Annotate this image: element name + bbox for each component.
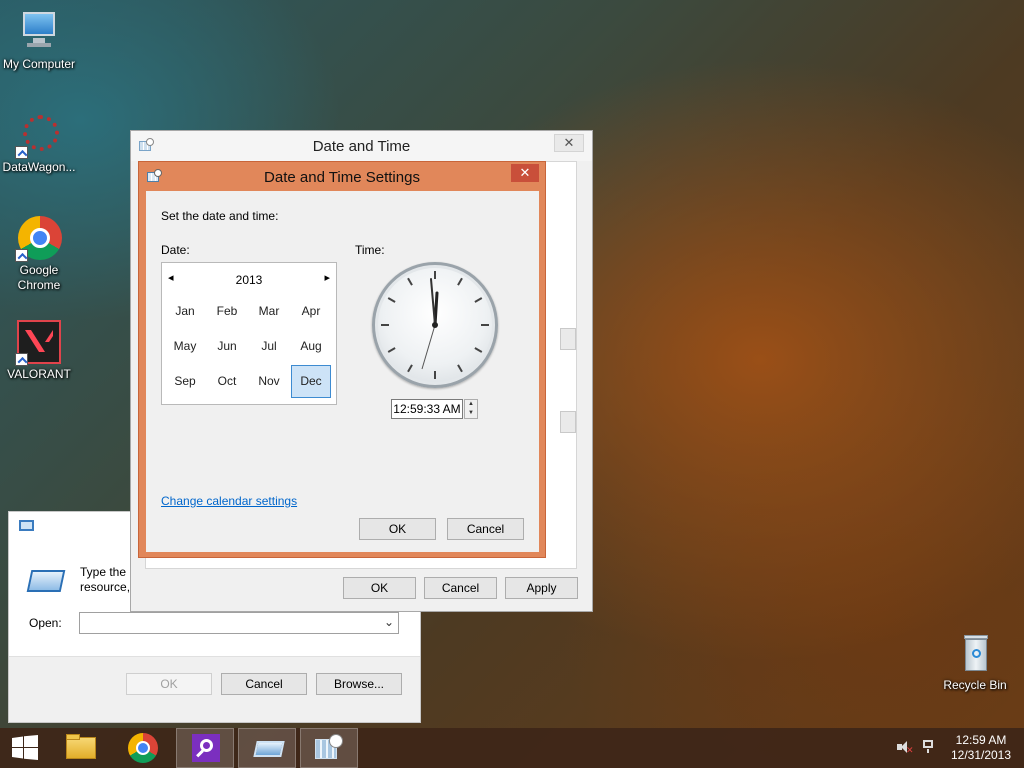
clock-time: 12:59 AM [955, 733, 1007, 747]
shortcut-arrow-icon [15, 146, 28, 159]
valorant-icon [15, 320, 61, 366]
ok-button[interactable]: OK [126, 673, 212, 695]
shortcut-arrow-icon [15, 249, 28, 262]
desktop-icon-datawagon[interactable]: DataWagon... [0, 113, 78, 175]
open-combobox[interactable]: ⌄ [79, 612, 399, 634]
browse-button[interactable]: Browse... [316, 673, 402, 695]
clock-date: 12/31/2013 [950, 748, 1012, 762]
desktop-icon-recycle-bin[interactable]: Recycle Bin [936, 631, 1014, 693]
calendar-year[interactable]: 2013 [162, 273, 336, 287]
run-description-line: Type the r [80, 565, 134, 579]
cancel-button[interactable]: Cancel [424, 577, 497, 599]
open-label: Open: [29, 616, 62, 630]
spin-up-icon[interactable]: ▲ [465, 400, 477, 409]
taskbar: ✕ 12:59 AM 12/31/2013 [0, 728, 1024, 768]
month-mar[interactable]: Mar [249, 295, 289, 328]
month-jan[interactable]: Jan [165, 295, 205, 328]
desktop-icon-label: DataWagon... [2, 160, 76, 174]
chrome-icon[interactable] [114, 728, 172, 768]
file-explorer-icon[interactable] [52, 728, 110, 768]
search-app-icon[interactable] [176, 728, 234, 768]
calendar: ◂ 2013 ▸ Jan Feb Mar Apr May Jun Jul Aug… [161, 262, 337, 405]
month-sep[interactable]: Sep [165, 365, 205, 398]
start-button[interactable] [0, 728, 50, 768]
desktop-icon-label: Google Chrome [17, 263, 61, 292]
hidden-button-edge [560, 328, 576, 350]
ok-button[interactable]: OK [343, 577, 416, 599]
apply-button[interactable]: Apply [505, 577, 578, 599]
recycle-bin-icon [953, 631, 997, 675]
hidden-button-edge [560, 411, 576, 433]
month-may[interactable]: May [165, 330, 205, 363]
desktop-icon-label: Recycle Bin [943, 678, 1007, 692]
next-arrow-icon[interactable]: ▸ [324, 271, 330, 284]
month-nov[interactable]: Nov [249, 365, 289, 398]
windows-logo-icon [12, 735, 38, 760]
run-icon[interactable] [238, 728, 296, 768]
chrome-icon [15, 216, 62, 262]
month-jun[interactable]: Jun [207, 330, 247, 363]
close-icon[interactable]: ✕ [511, 164, 539, 182]
cancel-button[interactable]: Cancel [221, 673, 307, 695]
spin-down-icon[interactable]: ▼ [465, 409, 477, 418]
run-description-line: resource, [80, 580, 131, 594]
month-feb[interactable]: Feb [207, 295, 247, 328]
time-spinner[interactable]: ▲ ▼ [464, 399, 478, 419]
date-time-titlebar: Date and Time ✕ [131, 131, 592, 161]
run-icon [19, 520, 34, 531]
desktop-icon-label: VALORANT [7, 367, 71, 381]
ok-button[interactable]: OK [359, 518, 436, 540]
desktop-icon-google-chrome[interactable]: Google Chrome [0, 216, 78, 293]
chevron-down-icon[interactable]: ⌄ [384, 615, 394, 629]
network-icon[interactable] [921, 740, 937, 754]
date-time-icon[interactable] [300, 728, 358, 768]
desktop-icon-my-computer[interactable]: My Computer [0, 10, 78, 72]
time-label: Time: [355, 243, 385, 257]
run-description: Type the r resource, [80, 565, 133, 595]
datawagon-icon [15, 113, 61, 159]
date-time-settings-title: Date and Time Settings [264, 169, 420, 186]
instruction-text: Set the date and time: [161, 209, 279, 223]
month-dec-selected[interactable]: Dec [291, 365, 331, 398]
analog-clock [372, 262, 498, 388]
cancel-button[interactable]: Cancel [447, 518, 524, 540]
date-time-settings-dialog: Date and Time Settings ✕ Set the date an… [138, 161, 546, 558]
date-label: Date: [161, 243, 190, 257]
desktop-icon-valorant[interactable]: VALORANT [0, 320, 78, 382]
run-button-bar: OK Cancel Browse... [9, 656, 420, 722]
month-jul[interactable]: Jul [249, 330, 289, 363]
month-oct[interactable]: Oct [207, 365, 247, 398]
close-icon[interactable]: ✕ [554, 134, 584, 152]
month-aug[interactable]: Aug [291, 330, 331, 363]
shortcut-arrow-icon [15, 353, 28, 366]
desktop-icon-label: My Computer [2, 57, 76, 71]
clock-face-icon [381, 271, 489, 379]
computer-icon [17, 10, 61, 54]
change-calendar-settings-link[interactable]: Change calendar settings [161, 494, 297, 508]
run-program-icon [26, 570, 66, 592]
date-time-title: Date and Time [312, 138, 411, 155]
month-apr[interactable]: Apr [291, 295, 331, 328]
system-clock[interactable]: 12:59 AM 12/31/2013 [945, 733, 1017, 763]
volume-muted-icon[interactable]: ✕ [897, 740, 914, 755]
time-input[interactable]: 12:59:33 AM [391, 399, 463, 419]
date-time-settings-client: Set the date and time: Date: Time: ◂ 201… [146, 191, 539, 552]
